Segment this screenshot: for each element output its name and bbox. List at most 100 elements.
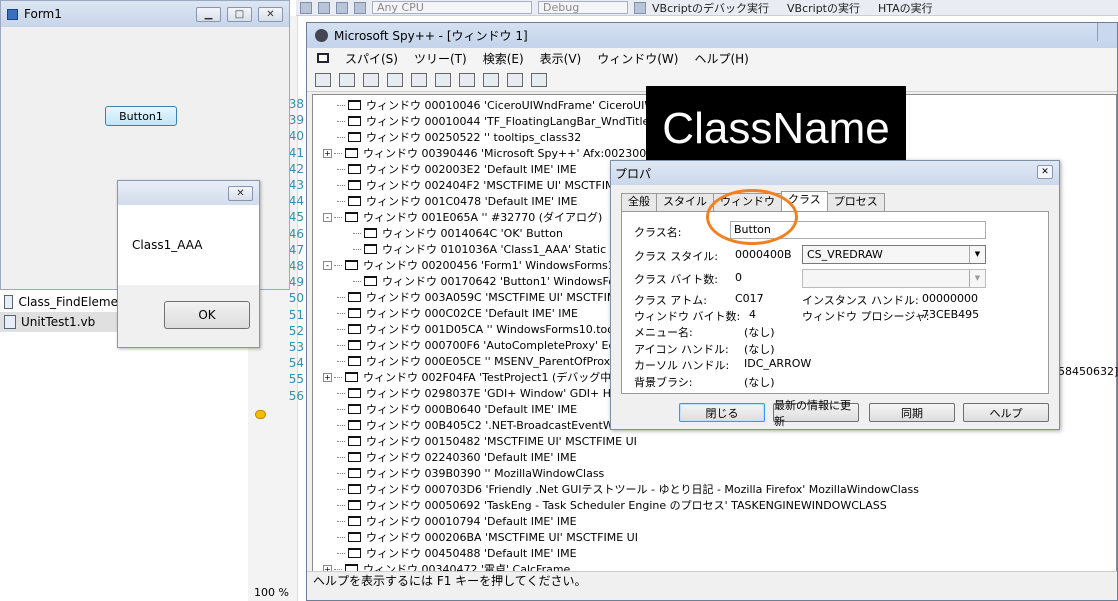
messages-icon[interactable] [387, 72, 403, 87]
class-style-combo-value: CS_VREDRAW [807, 248, 883, 261]
menu-view[interactable]: 表示(V) [540, 50, 582, 67]
minimize-icon[interactable]: ▁ [196, 6, 221, 22]
tree-row[interactable]: ウィンドウ 00010794 'Default IME' IME [337, 513, 577, 529]
tree-row[interactable]: ウィンドウ 000206BA 'MSCTFIME UI' MSCTFIME UI [337, 529, 638, 545]
processes-icon[interactable] [339, 72, 355, 87]
tree-row[interactable]: ウィンドウ 00050692 'TaskEng - Task Scheduler… [337, 497, 887, 513]
tree-row[interactable]: - ウィンドウ 00200456 'Form1' WindowsForms10.W [323, 257, 636, 273]
toolbar-icon[interactable] [634, 1, 646, 14]
tree-row[interactable]: ウィンドウ 003A059C 'MSCTFIME UI' MSCTFIME [337, 289, 623, 305]
tab-styles[interactable]: スタイル [656, 193, 714, 211]
maximize-icon[interactable]: □ [227, 6, 252, 22]
tree-row[interactable]: ウィンドウ 001D05CA '' WindowsForms10.tooltip… [337, 321, 637, 337]
close-icon[interactable]: ✕ [228, 185, 253, 201]
tree-row[interactable]: ウィンドウ 00B405C2 '.NET-BroadcastEventWind [337, 417, 630, 433]
config-combo[interactable]: Debug [538, 1, 628, 14]
tree-row[interactable]: ウィンドウ 00170642 'Button1' WindowsForm [353, 273, 630, 289]
class-style-combo[interactable]: CS_VREDRAW ▼ [802, 245, 986, 264]
hta-run-command[interactable]: HTAの実行 [878, 0, 933, 16]
find-window-icon[interactable] [411, 72, 427, 87]
menu-help[interactable]: ヘルプ(H) [694, 50, 748, 67]
expand-icon[interactable]: + [323, 372, 332, 382]
tree-connector [337, 136, 345, 138]
tree-row-label: ウィンドウ 00B405C2 '.NET-BroadcastEventWind [366, 419, 631, 432]
tree-connector [337, 360, 345, 362]
tab-process[interactable]: プロセス [826, 193, 885, 211]
property-titlebar[interactable]: プロパ ✕ [611, 161, 1059, 185]
tree-row[interactable]: ウィンドウ 00150482 'MSCTFIME UI' MSCTFIME UI [337, 433, 637, 449]
properties-icon[interactable] [507, 72, 523, 87]
ok-button[interactable]: OK [164, 301, 250, 329]
threads-icon[interactable] [363, 72, 379, 87]
vbscript-debug-command[interactable]: VBcriptのデバック実行 [652, 0, 769, 16]
solution-item[interactable]: Class_FindEleme [0, 292, 118, 312]
menu-tree[interactable]: ツリー(T) [414, 50, 467, 67]
tree-row[interactable]: ウィンドウ 00010044 'TF_FloatingLangBar_WndTi… [337, 113, 673, 129]
tree-row[interactable]: ウィンドウ 001C0478 'Default IME' IME [337, 193, 577, 209]
zoom-level[interactable]: 100 % [254, 586, 289, 599]
platform-combo[interactable]: Any CPU [372, 1, 532, 14]
window-icon [345, 372, 358, 382]
tree-row[interactable]: ウィンドウ 000B0640 'Default IME' IME [337, 401, 577, 417]
msgbox-titlebar[interactable]: ✕ [118, 181, 259, 205]
tree-row[interactable]: ウィンドウ 039B0390 '' MozillaWindowClass [337, 465, 604, 481]
menu-search[interactable]: 検索(E) [483, 50, 524, 67]
tree-row[interactable]: + ウィンドウ 00390446 'Microsoft Spy++' Afx:00… [323, 145, 682, 161]
window-icon [348, 324, 361, 334]
tree-row[interactable]: ウィンドウ 000700F6 'AutoCompleteProxy' Edit [337, 337, 623, 353]
menu-window[interactable]: ウィンドウ(W) [597, 50, 678, 67]
vbscript-run-command[interactable]: VBcriptの実行 [787, 0, 860, 16]
collapse-icon[interactable]: - [323, 212, 332, 222]
toolbar-icon[interactable] [354, 1, 366, 14]
chevron-down-icon[interactable]: ▼ [969, 246, 985, 263]
tree-row[interactable]: - ウィンドウ 001E065A '' #32770 (ダイアログ) [323, 209, 602, 225]
refresh-button[interactable]: 最新の情報に更新 [773, 399, 859, 428]
window-icon [364, 244, 377, 254]
tree-connector [337, 120, 345, 122]
menu-spy[interactable]: スパイ(S) [345, 50, 398, 67]
spy-titlebar[interactable]: Microsoft Spy++ - [ウィンドウ 1] [307, 23, 1117, 48]
window-icon [364, 228, 377, 238]
tree-row[interactable]: ウィンドウ 00010046 'CiceroUIWndFrame' Cicero… [337, 97, 676, 113]
tree-row[interactable]: ウィンドウ 00450488 'Default IME' IME [337, 545, 577, 561]
instance-handle-label: インスタンス ハンドル: [802, 294, 919, 307]
close-button[interactable]: 閉じる [679, 403, 765, 422]
tree-connector [353, 232, 361, 234]
expand-icon[interactable]: + [323, 148, 332, 158]
tree-connector [337, 328, 345, 330]
form1-titlebar[interactable]: Form1 ▁ □ ✕ [1, 1, 289, 27]
button1[interactable]: Button1 [105, 106, 177, 126]
line-number: 55 [288, 372, 304, 387]
spy-window-controls[interactable] [1097, 23, 1117, 41]
refresh-icon[interactable] [531, 72, 547, 87]
tree-row[interactable]: ウィンドウ 000E05CE '' MSENV_ParentOfProxy [337, 353, 617, 369]
find-prev-icon[interactable] [483, 72, 499, 87]
find-next-icon[interactable] [459, 72, 475, 87]
help-button[interactable]: ヘルプ [963, 403, 1049, 422]
tree-row[interactable]: + ウィンドウ 002F04FA 'TestProject1 (デバッグ中) - [323, 369, 623, 385]
tree-connector [337, 168, 345, 170]
toolbar-icon[interactable] [318, 1, 330, 14]
tree-row[interactable]: ウィンドウ 0298037E 'GDI+ Window' GDI+ Hook W [337, 385, 645, 401]
tree-row[interactable]: ウィンドウ 002003E2 'Default IME' IME [337, 161, 577, 177]
pause-icon[interactable] [300, 1, 312, 14]
window-icon [348, 356, 361, 366]
close-icon[interactable]: ✕ [1037, 165, 1053, 179]
tree-row[interactable]: ウィンドウ 000703D6 'Friendly .Net GUIテストツール … [337, 481, 919, 497]
sync-button[interactable]: 同期 [869, 403, 955, 422]
search-icon[interactable] [435, 72, 451, 87]
tab-general[interactable]: 全般 [621, 193, 657, 211]
tree-row[interactable]: ウィンドウ 02240360 'Default IME' IME [337, 449, 577, 465]
windows-icon[interactable] [315, 72, 331, 87]
tree-row[interactable]: ウィンドウ 0101036A 'Class1_AAA' Static [353, 241, 606, 257]
close-icon[interactable]: ✕ [258, 6, 283, 22]
tree-row[interactable]: ウィンドウ 00250522 '' tooltips_class32 [337, 129, 581, 145]
tree-row[interactable]: ウィンドウ 0014064C 'OK' Button [353, 225, 563, 241]
solution-item[interactable]: UnitTest1.vb [0, 312, 118, 332]
toolbar-icon[interactable] [336, 1, 348, 14]
class-bytes-value: 0 [735, 271, 742, 284]
collapse-icon[interactable]: - [323, 260, 332, 270]
child-window-icon[interactable] [317, 53, 329, 63]
tree-row[interactable]: ウィンドウ 002404F2 'MSCTFIME UI' MSCTFIME [337, 177, 621, 193]
tree-row[interactable]: ウィンドウ 000C02CE 'Default IME' IME [337, 305, 578, 321]
